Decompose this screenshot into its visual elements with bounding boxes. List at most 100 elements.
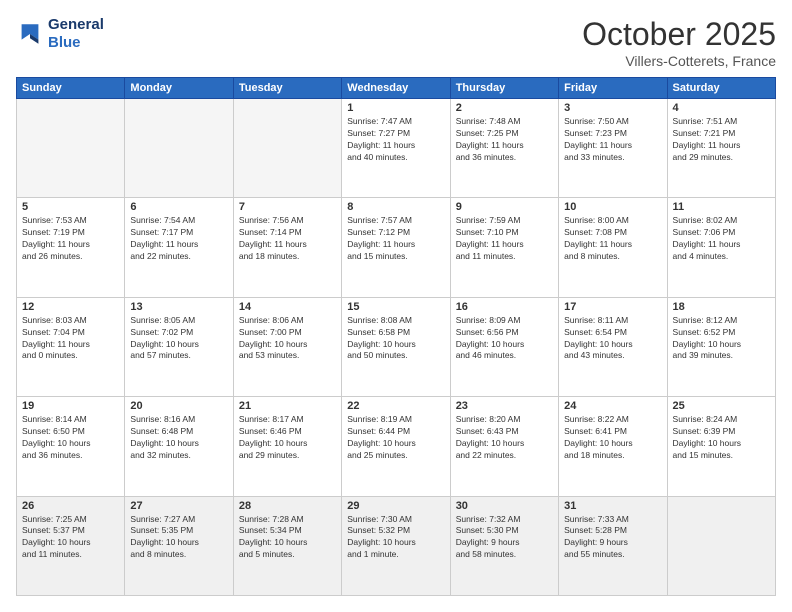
- day-number: 9: [456, 201, 553, 213]
- day-number: 16: [456, 301, 553, 313]
- day-info: Sunrise: 7:28 AM Sunset: 5:34 PM Dayligh…: [239, 514, 336, 562]
- weekday-header-row: SundayMondayTuesdayWednesdayThursdayFrid…: [17, 78, 776, 99]
- day-cell: 9 Sunrise: 7:59 AM Sunset: 7:10 PM Daylig…: [450, 198, 558, 297]
- day-cell: 14 Sunrise: 8:06 AM Sunset: 7:00 PM Dayli…: [233, 297, 341, 396]
- day-info: Sunrise: 8:11 AM Sunset: 6:54 PM Dayligh…: [564, 315, 661, 363]
- day-number: 27: [130, 500, 227, 512]
- day-number: 7: [239, 201, 336, 213]
- day-cell: 6 Sunrise: 7:54 AM Sunset: 7:17 PM Daylig…: [125, 198, 233, 297]
- day-number: 14: [239, 301, 336, 313]
- day-number: 28: [239, 500, 336, 512]
- title-block: October 2025 Villers-Cotterets, France: [582, 16, 776, 69]
- day-info: Sunrise: 8:19 AM Sunset: 6:44 PM Dayligh…: [347, 414, 444, 462]
- day-cell: 26 Sunrise: 7:25 AM Sunset: 5:37 PM Dayli…: [17, 496, 125, 595]
- day-info: Sunrise: 8:02 AM Sunset: 7:06 PM Dayligh…: [673, 215, 770, 263]
- day-info: Sunrise: 7:53 AM Sunset: 7:19 PM Dayligh…: [22, 215, 119, 263]
- day-cell: 12 Sunrise: 8:03 AM Sunset: 7:04 PM Dayli…: [17, 297, 125, 396]
- logo-text: General Blue: [48, 16, 104, 52]
- day-info: Sunrise: 8:08 AM Sunset: 6:58 PM Dayligh…: [347, 315, 444, 363]
- weekday-header-saturday: Saturday: [667, 78, 775, 99]
- day-number: 4: [673, 102, 770, 114]
- day-info: Sunrise: 7:50 AM Sunset: 7:23 PM Dayligh…: [564, 116, 661, 164]
- day-info: Sunrise: 8:12 AM Sunset: 6:52 PM Dayligh…: [673, 315, 770, 363]
- day-number: 13: [130, 301, 227, 313]
- day-cell: 27 Sunrise: 7:27 AM Sunset: 5:35 PM Dayli…: [125, 496, 233, 595]
- day-cell: 2 Sunrise: 7:48 AM Sunset: 7:25 PM Daylig…: [450, 99, 558, 198]
- week-row-4: 19Sunrise: 8:14 AM Sunset: 6:50 PM Dayli…: [17, 397, 776, 496]
- weekday-header-friday: Friday: [559, 78, 667, 99]
- day-info: Sunrise: 7:30 AM Sunset: 5:32 PM Dayligh…: [347, 514, 444, 562]
- day-cell: 5Sunrise: 7:53 AM Sunset: 7:19 PM Daylig…: [17, 198, 125, 297]
- day-cell: [667, 496, 775, 595]
- day-info: Sunrise: 8:20 AM Sunset: 6:43 PM Dayligh…: [456, 414, 553, 462]
- day-number: 30: [456, 500, 553, 512]
- day-info: Sunrise: 8:06 AM Sunset: 7:00 PM Dayligh…: [239, 315, 336, 363]
- day-cell: 15 Sunrise: 8:08 AM Sunset: 6:58 PM Dayli…: [342, 297, 450, 396]
- day-info: Sunrise: 8:03 AM Sunset: 7:04 PM Dayligh…: [22, 315, 119, 363]
- day-cell: 4Sunrise: 7:51 AM Sunset: 7:21 PM Daylig…: [667, 99, 775, 198]
- calendar-table: SundayMondayTuesdayWednesdayThursdayFrid…: [16, 77, 776, 596]
- day-cell: 3 Sunrise: 7:50 AM Sunset: 7:23 PM Daylig…: [559, 99, 667, 198]
- day-cell: 28 Sunrise: 7:28 AM Sunset: 5:34 PM Dayli…: [233, 496, 341, 595]
- day-info: Sunrise: 7:59 AM Sunset: 7:10 PM Dayligh…: [456, 215, 553, 263]
- day-info: Sunrise: 8:16 AM Sunset: 6:48 PM Dayligh…: [130, 414, 227, 462]
- day-cell: 22 Sunrise: 8:19 AM Sunset: 6:44 PM Dayli…: [342, 397, 450, 496]
- day-info: Sunrise: 7:32 AM Sunset: 5:30 PM Dayligh…: [456, 514, 553, 562]
- day-cell: 24 Sunrise: 8:22 AM Sunset: 6:41 PM Dayli…: [559, 397, 667, 496]
- day-info: Sunrise: 7:25 AM Sunset: 5:37 PM Dayligh…: [22, 514, 119, 562]
- location: Villers-Cotterets, France: [582, 53, 776, 69]
- day-cell: 7Sunrise: 7:56 AM Sunset: 7:14 PM Daylig…: [233, 198, 341, 297]
- day-info: Sunrise: 8:22 AM Sunset: 6:41 PM Dayligh…: [564, 414, 661, 462]
- header: General Blue October 2025 Villers-Cotter…: [16, 16, 776, 69]
- day-cell: 18 Sunrise: 8:12 AM Sunset: 6:52 PM Dayli…: [667, 297, 775, 396]
- page: General Blue October 2025 Villers-Cotter…: [0, 0, 792, 612]
- day-info: Sunrise: 8:17 AM Sunset: 6:46 PM Dayligh…: [239, 414, 336, 462]
- day-cell: 10 Sunrise: 8:00 AM Sunset: 7:08 PM Dayli…: [559, 198, 667, 297]
- day-info: Sunrise: 7:57 AM Sunset: 7:12 PM Dayligh…: [347, 215, 444, 263]
- day-cell: 23 Sunrise: 8:20 AM Sunset: 6:43 PM Dayli…: [450, 397, 558, 496]
- day-number: 3: [564, 102, 661, 114]
- day-cell: 11Sunrise: 8:02 AM Sunset: 7:06 PM Dayli…: [667, 198, 775, 297]
- day-info: Sunrise: 7:33 AM Sunset: 5:28 PM Dayligh…: [564, 514, 661, 562]
- day-info: Sunrise: 7:54 AM Sunset: 7:17 PM Dayligh…: [130, 215, 227, 263]
- day-cell: 21 Sunrise: 8:17 AM Sunset: 6:46 PM Dayli…: [233, 397, 341, 496]
- day-number: 24: [564, 400, 661, 412]
- day-info: Sunrise: 7:48 AM Sunset: 7:25 PM Dayligh…: [456, 116, 553, 164]
- day-number: 15: [347, 301, 444, 313]
- day-number: 18: [673, 301, 770, 313]
- day-number: 6: [130, 201, 227, 213]
- day-number: 10: [564, 201, 661, 213]
- day-cell: 1Sunrise: 7:47 AM Sunset: 7:27 PM Daylig…: [342, 99, 450, 198]
- day-cell: 20 Sunrise: 8:16 AM Sunset: 6:48 PM Dayli…: [125, 397, 233, 496]
- day-number: 8: [347, 201, 444, 213]
- day-number: 2: [456, 102, 553, 114]
- week-row-5: 26 Sunrise: 7:25 AM Sunset: 5:37 PM Dayli…: [17, 496, 776, 595]
- day-cell: [233, 99, 341, 198]
- weekday-header-monday: Monday: [125, 78, 233, 99]
- logo: General Blue: [16, 16, 104, 52]
- day-number: 17: [564, 301, 661, 313]
- weekday-header-thursday: Thursday: [450, 78, 558, 99]
- day-number: 25: [673, 400, 770, 412]
- day-number: 12: [22, 301, 119, 313]
- day-cell: 17 Sunrise: 8:11 AM Sunset: 6:54 PM Dayli…: [559, 297, 667, 396]
- day-cell: 30 Sunrise: 7:32 AM Sunset: 5:30 PM Dayli…: [450, 496, 558, 595]
- day-info: Sunrise: 8:09 AM Sunset: 6:56 PM Dayligh…: [456, 315, 553, 363]
- day-cell: 16 Sunrise: 8:09 AM Sunset: 6:56 PM Dayli…: [450, 297, 558, 396]
- day-info: Sunrise: 8:00 AM Sunset: 7:08 PM Dayligh…: [564, 215, 661, 263]
- day-number: 20: [130, 400, 227, 412]
- day-number: 22: [347, 400, 444, 412]
- day-number: 31: [564, 500, 661, 512]
- logo-icon: [16, 20, 44, 48]
- day-number: 21: [239, 400, 336, 412]
- day-info: Sunrise: 7:27 AM Sunset: 5:35 PM Dayligh…: [130, 514, 227, 562]
- day-number: 26: [22, 500, 119, 512]
- day-cell: [125, 99, 233, 198]
- day-cell: 13Sunrise: 8:05 AM Sunset: 7:02 PM Dayli…: [125, 297, 233, 396]
- day-number: 23: [456, 400, 553, 412]
- day-number: 19: [22, 400, 119, 412]
- week-row-1: 1Sunrise: 7:47 AM Sunset: 7:27 PM Daylig…: [17, 99, 776, 198]
- day-info: Sunrise: 7:47 AM Sunset: 7:27 PM Dayligh…: [347, 116, 444, 164]
- day-cell: 31 Sunrise: 7:33 AM Sunset: 5:28 PM Dayli…: [559, 496, 667, 595]
- day-cell: [17, 99, 125, 198]
